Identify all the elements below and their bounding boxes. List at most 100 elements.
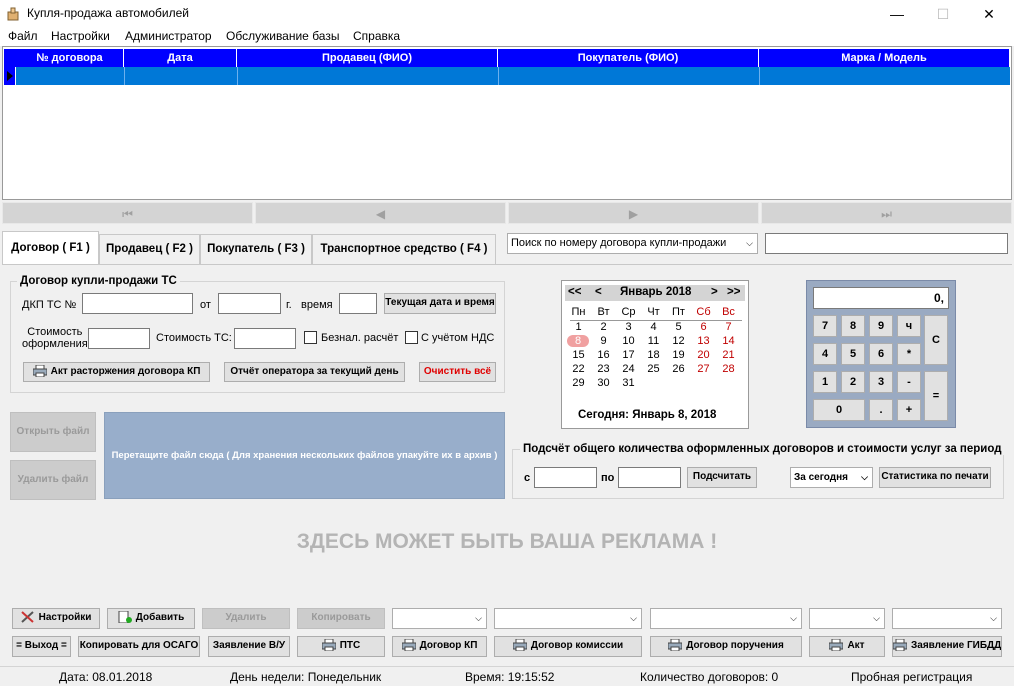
- calendar-day[interactable]: 24: [616, 363, 641, 375]
- toolbar-select-3[interactable]: ⌵: [650, 608, 802, 629]
- contract-number-input[interactable]: [82, 293, 193, 314]
- calc-key[interactable]: 2: [841, 371, 865, 393]
- toolbar-select-2[interactable]: ⌵: [494, 608, 642, 629]
- col-seller[interactable]: Продавец (ФИО): [237, 49, 498, 67]
- calc-key[interactable]: *: [897, 343, 921, 365]
- calendar-day[interactable]: 4: [641, 321, 666, 333]
- minimize-button[interactable]: —: [874, 0, 920, 28]
- menu-help[interactable]: Справка: [353, 29, 400, 43]
- calendar-day[interactable]: 9: [591, 335, 616, 347]
- calendar-day[interactable]: 13: [691, 335, 716, 347]
- calendar-day[interactable]: 31: [616, 377, 641, 389]
- calendar-next-year-button[interactable]: >>: [727, 286, 740, 298]
- menu-file[interactable]: Файл: [8, 29, 38, 43]
- calendar-day[interactable]: 29: [566, 377, 591, 389]
- calendar-day[interactable]: 6: [691, 321, 716, 333]
- file-drop-zone[interactable]: Перетащите файл сюда ( Для хранения неск…: [104, 412, 505, 499]
- cashless-checkbox[interactable]: [304, 331, 317, 344]
- calendar-day[interactable]: 15: [566, 349, 591, 361]
- calc-key[interactable]: 5: [841, 343, 865, 365]
- contracts-grid[interactable]: № договора Дата Продавец (ФИО) Покупател…: [2, 46, 1012, 200]
- search-input[interactable]: [765, 233, 1008, 254]
- calc-key[interactable]: 9: [869, 315, 893, 337]
- calendar-day[interactable]: 14: [716, 335, 741, 347]
- calc-key[interactable]: 1: [813, 371, 837, 393]
- calc-key[interactable]: 8: [841, 315, 865, 337]
- copy-button[interactable]: Копировать: [297, 608, 385, 629]
- gibdd-application-button[interactable]: Заявление ГИБДД: [892, 636, 1002, 657]
- col-make-model[interactable]: Марка / Модель: [759, 49, 1010, 67]
- calc-key-clear[interactable]: C: [924, 315, 948, 365]
- nav-prev-button[interactable]: ◀: [255, 202, 506, 224]
- search-mode-select[interactable]: Поиск по номеру договора купли-продажи ⌵: [507, 233, 758, 254]
- count-button[interactable]: Подсчитать: [687, 467, 757, 488]
- license-application-button[interactable]: Заявление В/У: [208, 636, 290, 657]
- tab-seller[interactable]: Продавец ( F2 ): [99, 234, 200, 264]
- calendar-day[interactable]: 5: [666, 321, 691, 333]
- nav-next-button[interactable]: ▶: [508, 202, 759, 224]
- toolbar-select-4[interactable]: ⌵: [809, 608, 885, 629]
- calc-key[interactable]: 6: [869, 343, 893, 365]
- calendar-day[interactable]: 21: [716, 349, 741, 361]
- calendar-day[interactable]: 20: [691, 349, 716, 361]
- reg-cost-input[interactable]: [88, 328, 150, 349]
- calendar-day[interactable]: 7: [716, 321, 741, 333]
- commission-contract-button[interactable]: Договор комиссии: [494, 636, 642, 657]
- nav-first-button[interactable]: ⏮: [2, 202, 253, 224]
- vat-checkbox[interactable]: [405, 331, 418, 344]
- calendar-day[interactable]: 25: [641, 363, 666, 375]
- calendar-day[interactable]: 18: [641, 349, 666, 361]
- calendar-day[interactable]: 11: [641, 335, 666, 347]
- calc-key[interactable]: .: [869, 399, 893, 421]
- tab-buyer[interactable]: Покупатель ( F3 ): [200, 234, 312, 264]
- delete-button[interactable]: Удалить: [202, 608, 290, 629]
- add-button[interactable]: Добавить: [107, 608, 195, 629]
- col-buyer[interactable]: Покупатель (ФИО): [498, 49, 759, 67]
- calendar-month-title[interactable]: Январь 2018: [620, 286, 691, 298]
- col-date[interactable]: Дата: [124, 49, 237, 67]
- calendar-day[interactable]: 28: [716, 363, 741, 375]
- calendar-prev-year-button[interactable]: <<: [568, 286, 581, 298]
- calendar-day[interactable]: 12: [666, 335, 691, 347]
- calendar-day[interactable]: 3: [616, 321, 641, 333]
- settings-button[interactable]: Настройки: [12, 608, 100, 629]
- toolbar-select-1[interactable]: ⌵: [392, 608, 487, 629]
- operator-report-button[interactable]: Отчёт оператора за текущий день: [224, 362, 405, 382]
- assignment-contract-button[interactable]: Договор поручения: [650, 636, 802, 657]
- calendar-prev-month-button[interactable]: <: [595, 286, 602, 298]
- calc-key[interactable]: +: [897, 399, 921, 421]
- calendar-next-month-button[interactable]: >: [711, 286, 718, 298]
- calendar-day[interactable]: 17: [616, 349, 641, 361]
- calendar-day[interactable]: 16: [591, 349, 616, 361]
- vehicle-cost-input[interactable]: [234, 328, 296, 349]
- contract-kp-button[interactable]: Договор КП: [392, 636, 487, 657]
- exit-button[interactable]: = Выход =: [12, 636, 71, 657]
- calendar-day[interactable]: 22: [566, 363, 591, 375]
- calendar-day[interactable]: 26: [666, 363, 691, 375]
- period-to-input[interactable]: [618, 467, 681, 488]
- current-datetime-button[interactable]: Текущая дата и время: [384, 293, 496, 314]
- table-row[interactable]: [4, 67, 1010, 85]
- contract-date-input[interactable]: [218, 293, 281, 314]
- calendar-today[interactable]: Сегодня: Январь 8, 2018: [578, 409, 716, 421]
- calc-key[interactable]: 3: [869, 371, 893, 393]
- calc-key-equals[interactable]: =: [924, 371, 948, 421]
- menu-settings[interactable]: Настройки: [51, 29, 110, 43]
- calendar-day[interactable]: 2: [591, 321, 616, 333]
- period-range-select[interactable]: За сегодня ⌵: [790, 467, 873, 488]
- close-button[interactable]: ✕: [966, 0, 1012, 28]
- calc-key-0[interactable]: 0: [813, 399, 865, 421]
- calendar-day[interactable]: 19: [666, 349, 691, 361]
- maximize-button[interactable]: ☐: [920, 0, 966, 28]
- tab-vehicle[interactable]: Транспортное средство ( F4 ): [312, 234, 496, 264]
- calendar-day[interactable]: 1: [566, 321, 591, 333]
- calendar-day-selected[interactable]: 8: [567, 335, 589, 347]
- col-contract-no[interactable]: № договора: [16, 49, 124, 67]
- calendar-day[interactable]: 10: [616, 335, 641, 347]
- toolbar-select-5[interactable]: ⌵: [892, 608, 1002, 629]
- calc-key[interactable]: 7: [813, 315, 837, 337]
- termination-act-button[interactable]: Акт расторжения договора КП: [23, 362, 210, 382]
- calendar-day[interactable]: 23: [591, 363, 616, 375]
- pts-button[interactable]: ПТС: [297, 636, 385, 657]
- calc-key[interactable]: 4: [813, 343, 837, 365]
